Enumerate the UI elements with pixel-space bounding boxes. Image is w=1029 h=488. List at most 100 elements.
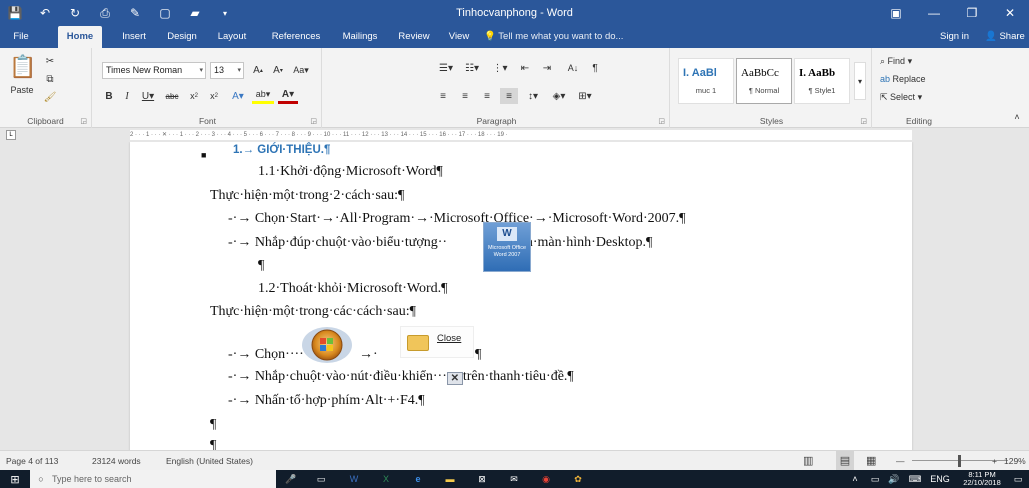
- tab-design[interactable]: Design: [162, 26, 202, 48]
- style-normal[interactable]: AaBbCc ¶ Normal: [736, 58, 792, 104]
- tab-layout[interactable]: Layout: [212, 26, 252, 48]
- task-view-icon[interactable]: ▭: [310, 470, 332, 488]
- underline-button[interactable]: U▾: [138, 88, 158, 104]
- sign-in-link[interactable]: Sign in: [940, 26, 969, 48]
- ribbon-display-options-icon[interactable]: ▣: [877, 0, 915, 26]
- clipboard-group-label: Clipboard: [27, 116, 64, 126]
- document-page[interactable]: ■ 1.→ GIỚI·THIỆU.¶ 1.1·Khởi·động·Microso…: [130, 142, 912, 450]
- shading-icon[interactable]: ◈▾: [548, 88, 570, 104]
- styles-more-icon[interactable]: ▾: [854, 62, 866, 100]
- microphone-icon[interactable]: 🎤: [282, 470, 300, 488]
- pilcrow-mark: ¶: [475, 347, 482, 362]
- taskbar-search-box[interactable]: Type here to search: [30, 470, 276, 488]
- store-taskbar-icon[interactable]: ⊠: [470, 470, 494, 488]
- change-case-icon[interactable]: Aa▾: [290, 62, 312, 78]
- input-language[interactable]: ENG: [928, 470, 952, 488]
- print-layout-icon[interactable]: ▤: [836, 451, 854, 471]
- select-button[interactable]: ⇱ Select ▾: [880, 90, 950, 104]
- bullets-icon[interactable]: ☰▾: [434, 60, 458, 76]
- intro-paragraph-2: Thực·hiện·một·trong·các·cách·sau:¶: [210, 304, 416, 319]
- battery-icon[interactable]: ▭: [868, 470, 882, 488]
- paragraph-launcher-icon[interactable]: ◲: [658, 117, 665, 125]
- italic-button[interactable]: I: [120, 88, 134, 104]
- show-formatting-icon[interactable]: ¶: [586, 60, 604, 76]
- horizontal-ruler[interactable]: 2 · · · 1 · · · ✕ · · · 1 · · · 2 · · · …: [130, 130, 912, 140]
- format-painter-icon[interactable]: 🖌: [42, 90, 58, 104]
- subscript-button[interactable]: x2: [186, 88, 202, 104]
- step-text: -·→ Nhắp·chuột·vào·nút·điều·khiển···: [228, 369, 447, 384]
- align-right-icon[interactable]: ≡: [478, 88, 496, 104]
- tab-references[interactable]: References: [266, 26, 326, 48]
- clock[interactable]: 8:11 PM 22/10/2018: [958, 470, 1006, 488]
- sort-icon[interactable]: A↓: [564, 60, 582, 76]
- borders-icon[interactable]: ⊞▾: [574, 88, 596, 104]
- zoom-slider-thumb[interactable]: [958, 455, 961, 467]
- text-effects-icon[interactable]: A▾: [228, 88, 248, 104]
- clipboard-launcher-icon[interactable]: ◲: [80, 117, 87, 125]
- tray-chevron-up-icon[interactable]: ˄: [848, 470, 862, 488]
- word-logo-icon: W: [497, 227, 517, 241]
- page-count[interactable]: Page 4 of 113: [6, 451, 58, 471]
- tab-view[interactable]: View: [444, 26, 474, 48]
- tab-home[interactable]: Home: [58, 26, 102, 48]
- align-left-icon[interactable]: ≡: [434, 88, 452, 104]
- paste-icon[interactable]: 📋: [8, 52, 38, 82]
- web-layout-icon[interactable]: ▦: [866, 451, 876, 471]
- zoom-level[interactable]: 129%: [1004, 451, 1026, 471]
- windows-start-icon[interactable]: ⊞: [0, 470, 30, 488]
- justify-icon[interactable]: ≡: [500, 88, 518, 104]
- close-window-button[interactable]: ✕: [991, 0, 1029, 26]
- minimize-button[interactable]: —: [915, 0, 953, 26]
- read-mode-icon[interactable]: ▥: [803, 451, 813, 471]
- multilevel-list-icon[interactable]: ⋮▾: [488, 60, 512, 76]
- tab-selector-icon[interactable]: L: [6, 130, 16, 140]
- collapse-ribbon-icon[interactable]: ˄: [1010, 110, 1024, 124]
- file-explorer-icon[interactable]: ▬: [438, 470, 462, 488]
- shrink-font-icon[interactable]: A ▾: [270, 62, 286, 78]
- tab-mailings[interactable]: Mailings: [336, 26, 384, 48]
- share-button[interactable]: 👤 Share: [985, 26, 1025, 48]
- excel-taskbar-icon[interactable]: X: [374, 470, 398, 488]
- mail-taskbar-icon[interactable]: ✉: [502, 470, 526, 488]
- numbering-icon[interactable]: ☷▾: [460, 60, 484, 76]
- increase-indent-icon[interactable]: ⇥: [538, 60, 556, 76]
- highlight-color-icon[interactable]: ab▾: [252, 88, 274, 104]
- strikethrough-button[interactable]: abc: [162, 88, 182, 104]
- action-center-icon[interactable]: ▭: [1010, 470, 1026, 488]
- chrome-taskbar-icon[interactable]: ◉: [534, 470, 558, 488]
- word-taskbar-icon[interactable]: W: [342, 470, 366, 488]
- replace-button[interactable]: ab Replace: [880, 72, 950, 86]
- volume-icon[interactable]: 🔊: [886, 470, 902, 488]
- tell-me-box[interactable]: 💡 Tell me what you want to do...: [484, 26, 623, 48]
- style-muc-1[interactable]: I. AaBl muc 1: [678, 58, 734, 104]
- tab-insert[interactable]: Insert: [114, 26, 154, 48]
- document-area: ■ 1.→ GIỚI·THIỆU.¶ 1.1·Khởi·động·Microso…: [0, 142, 1029, 450]
- tab-file[interactable]: File: [6, 26, 36, 48]
- language-indicator[interactable]: English (United States): [166, 451, 253, 471]
- find-button[interactable]: ⌕ Find ▾: [880, 54, 950, 68]
- align-center-icon[interactable]: ≡: [456, 88, 474, 104]
- keyboard-icon[interactable]: ⌨: [906, 470, 924, 488]
- edge-taskbar-icon[interactable]: e: [406, 470, 430, 488]
- zoom-out-button[interactable]: —: [896, 451, 905, 471]
- word-2007-shortcut-icon: W Microsoft Office Word 2007: [483, 222, 531, 272]
- copy-icon[interactable]: ⧉: [42, 72, 58, 86]
- font-launcher-icon[interactable]: ◲: [310, 117, 317, 125]
- superscript-button[interactable]: x2: [206, 88, 222, 104]
- line-spacing-icon[interactable]: ↕▾: [522, 88, 544, 104]
- font-color-icon[interactable]: A▾: [278, 88, 298, 104]
- decrease-indent-icon[interactable]: ⇤: [516, 60, 534, 76]
- styles-launcher-icon[interactable]: ◲: [860, 117, 867, 125]
- zoom-in-button[interactable]: +: [992, 451, 997, 471]
- word-count[interactable]: 23124 words: [92, 451, 141, 471]
- bold-button[interactable]: B: [102, 88, 116, 104]
- paste-label[interactable]: Paste: [6, 84, 38, 96]
- font-size-combo[interactable]: 13 ▾: [210, 62, 244, 79]
- paint-taskbar-icon[interactable]: ✿: [566, 470, 590, 488]
- tab-review[interactable]: Review: [392, 26, 436, 48]
- grow-font-icon[interactable]: A ▴: [250, 62, 266, 78]
- style-style1[interactable]: I. AaBb ¶ Style1: [794, 58, 850, 104]
- cut-icon[interactable]: ✂: [42, 54, 58, 68]
- restore-button[interactable]: ❐: [953, 0, 991, 26]
- font-name-combo[interactable]: Times New Roman ▾: [102, 62, 206, 79]
